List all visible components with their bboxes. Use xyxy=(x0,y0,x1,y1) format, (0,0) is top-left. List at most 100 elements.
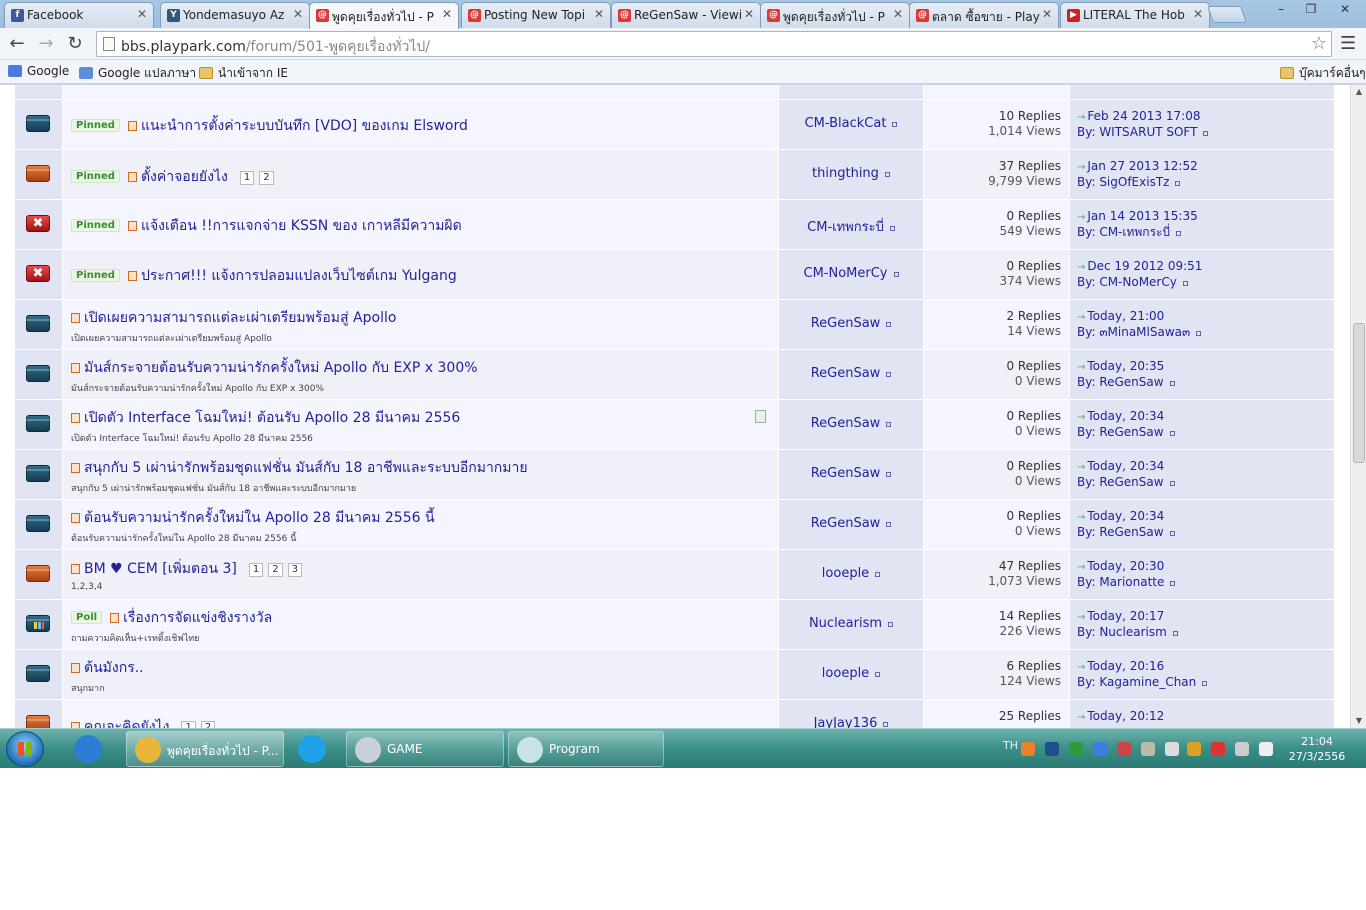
last-post-author[interactable]: By: ReGenSaw xyxy=(1077,375,1164,389)
last-poster-profile-icon[interactable] xyxy=(1175,181,1181,186)
close-tab-icon[interactable]: ✕ xyxy=(744,7,754,21)
close-tab-icon[interactable]: ✕ xyxy=(137,7,147,21)
page-link[interactable]: 3 xyxy=(287,563,303,577)
last-post-author[interactable]: By: ReGenSaw xyxy=(1077,525,1164,539)
author-link[interactable]: looeple xyxy=(822,566,869,581)
last-post-time[interactable]: Today, 21:00 xyxy=(1087,309,1164,323)
last-poster-profile-icon[interactable] xyxy=(1169,531,1175,536)
last-poster-profile-icon[interactable] xyxy=(1170,581,1176,586)
browser-tab[interactable]: f Facebook ✕ xyxy=(4,2,154,28)
minimize-window-icon[interactable]: – xyxy=(1266,0,1296,19)
author-profile-icon[interactable] xyxy=(884,172,890,177)
last-post-author[interactable]: By: Nuclearism xyxy=(1077,625,1167,639)
author-link[interactable]: ReGenSaw xyxy=(811,516,881,531)
last-post-arrow-icon[interactable]: → xyxy=(1077,712,1085,723)
volume-tray-icon[interactable] xyxy=(1259,742,1273,756)
close-window-icon[interactable]: ✕ xyxy=(1330,0,1360,19)
bookmark-google[interactable]: Google xyxy=(8,64,69,78)
display-tray-icon[interactable] xyxy=(1235,742,1249,756)
last-poster-profile-icon[interactable] xyxy=(1202,681,1208,686)
last-post-time[interactable]: Jan 27 2013 12:52 xyxy=(1087,159,1197,173)
last-post-arrow-icon[interactable]: → xyxy=(1077,462,1085,473)
topic-title-link[interactable]: คุณจะคิดยังไง xyxy=(84,719,169,728)
last-post-arrow-icon[interactable]: → xyxy=(1077,512,1085,523)
orange-app-tray-icon[interactable] xyxy=(1021,742,1035,756)
bookmark-folder-ie[interactable]: นำเข้าจาก IE xyxy=(199,64,288,83)
close-tab-icon[interactable]: ✕ xyxy=(293,7,303,21)
author-profile-icon[interactable] xyxy=(875,672,881,677)
last-post-author[interactable]: By: ReGenSaw xyxy=(1077,425,1164,439)
author-profile-icon[interactable] xyxy=(875,572,881,577)
last-post-arrow-icon[interactable]: → xyxy=(1077,262,1085,273)
last-post-author[interactable]: By: CM-NoMerCy xyxy=(1077,275,1177,289)
author-profile-icon[interactable] xyxy=(886,422,892,427)
taskbar-app-button[interactable]: GAME xyxy=(346,731,504,767)
last-post-arrow-icon[interactable]: → xyxy=(1077,412,1085,423)
last-post-time[interactable]: Today, 20:34 xyxy=(1087,459,1164,473)
author-link[interactable]: CM-BlackCat xyxy=(805,116,887,131)
taskbar-app-button[interactable] xyxy=(68,731,112,767)
browser-tab[interactable]: @ ReGenSaw - Viewi ✕ xyxy=(611,2,761,28)
author-link[interactable]: JayJay136 xyxy=(814,716,878,728)
speaker-tray-icon[interactable] xyxy=(1187,742,1201,756)
author-link[interactable]: looeple xyxy=(822,666,869,681)
last-post-time[interactable]: Jan 14 2013 15:35 xyxy=(1087,209,1197,223)
close-tab-icon[interactable]: ✕ xyxy=(594,7,604,21)
last-post-time[interactable]: Today, 20:17 xyxy=(1087,609,1164,623)
network-tray-icon[interactable] xyxy=(1117,742,1131,756)
last-post-arrow-icon[interactable]: → xyxy=(1077,612,1085,623)
last-post-time[interactable]: Today, 20:34 xyxy=(1087,509,1164,523)
new-tab-button[interactable] xyxy=(1206,6,1248,23)
forward-button[interactable]: → xyxy=(35,33,57,55)
maximize-window-icon[interactable]: ❐ xyxy=(1296,0,1326,19)
flag-tray-icon[interactable] xyxy=(1211,742,1225,756)
topic-title-link[interactable]: ตั้งค่าจอยยังไง xyxy=(141,169,228,185)
last-post-arrow-icon[interactable]: → xyxy=(1077,212,1085,223)
reload-button[interactable]: ↻ xyxy=(64,33,86,55)
author-profile-icon[interactable] xyxy=(893,272,899,277)
last-post-time[interactable]: Today, 20:30 xyxy=(1087,559,1164,573)
page-link[interactable]: 2 xyxy=(200,721,216,728)
last-post-author[interactable]: By: ๓MinaMlSawa๓ xyxy=(1077,325,1190,339)
last-post-author[interactable]: By: SigOfExisTz xyxy=(1077,175,1169,189)
topic-title-link[interactable]: สนุกกับ 5 เผ่าน่ารักพร้อมชุดแฟชั่น มันส์… xyxy=(84,460,528,476)
author-profile-icon[interactable] xyxy=(886,472,892,477)
last-post-author[interactable]: By: ReGenSaw xyxy=(1077,475,1164,489)
topic-title-link[interactable]: ประกาศ!!! แจ้งการปลอมแปลงเว็บไซต์เกม Yul… xyxy=(141,268,457,284)
taskbar-app-button[interactable]: Program xyxy=(508,731,664,767)
author-profile-icon[interactable] xyxy=(888,622,894,627)
last-post-time[interactable]: Today, 20:16 xyxy=(1087,659,1164,673)
last-poster-profile-icon[interactable] xyxy=(1172,631,1178,636)
page-link[interactable]: 1 xyxy=(181,721,196,728)
author-profile-icon[interactable] xyxy=(886,322,892,327)
topic-title-link[interactable]: เปิดตัว Interface โฉมใหม่! ต้อนรับ Apoll… xyxy=(84,410,460,426)
tools-tray-icon[interactable] xyxy=(1141,742,1155,756)
author-link[interactable]: ReGenSaw xyxy=(811,466,881,481)
scroll-down-arrow-icon[interactable]: ▼ xyxy=(1351,714,1366,728)
topic-title-link[interactable]: BM ♥ CEM [เพิ่มตอน 3] xyxy=(84,561,237,577)
last-poster-profile-icon[interactable] xyxy=(1203,131,1209,136)
browser-menu-icon[interactable]: ☰ xyxy=(1340,33,1358,54)
author-link[interactable]: ReGenSaw xyxy=(811,416,881,431)
last-post-author[interactable]: By: CM-เทพกระบี่ xyxy=(1077,225,1170,239)
address-bar[interactable]: bbs.playpark.com/forum/501-พูดคุยเรื่องท… xyxy=(96,31,1332,57)
system-clock[interactable]: 21:04 27/3/2556 xyxy=(1286,734,1348,764)
last-post-time[interactable]: Today, 20:34 xyxy=(1087,409,1164,423)
page-link[interactable]: 1 xyxy=(239,171,255,185)
author-link[interactable]: ReGenSaw xyxy=(811,366,881,381)
author-link[interactable]: ReGenSaw xyxy=(811,316,881,331)
last-post-time[interactable]: Today, 20:12 xyxy=(1087,709,1164,723)
whatsapp-tray-icon[interactable] xyxy=(1069,742,1083,756)
browser-tab[interactable]: @ พูดคุยเรื่องทั่วไป - P ✕ xyxy=(309,2,459,29)
close-tab-icon[interactable]: ✕ xyxy=(442,7,452,21)
browser-tab[interactable]: @ พูดคุยเรื่องทั่วไป - P ✕ xyxy=(760,2,910,28)
browser-tab[interactable]: Y Yondemasuyo Az ✕ xyxy=(160,2,310,28)
topic-title-link[interactable]: แนะนำการตั้งค่าระบบบันทึก [VDO] ของเกม E… xyxy=(141,118,468,134)
topic-title-link[interactable]: แจ้งเตือน !!การแจกจ่าย KSSN ของ เกาหลีมี… xyxy=(141,218,462,234)
topic-title-link[interactable]: ต้อนรับความน่ารักครั้งใหม่ใน Apollo 28 ม… xyxy=(84,510,435,526)
printer-tray-icon[interactable] xyxy=(1165,742,1179,756)
topic-title-link[interactable]: มันส์กระจายต้อนรับความน่ารักครั้งใหม่ Ap… xyxy=(84,360,478,376)
last-post-arrow-icon[interactable]: → xyxy=(1077,562,1085,573)
close-tab-icon[interactable]: ✕ xyxy=(893,7,903,21)
bookmark-star-icon[interactable]: ☆ xyxy=(1311,33,1327,54)
